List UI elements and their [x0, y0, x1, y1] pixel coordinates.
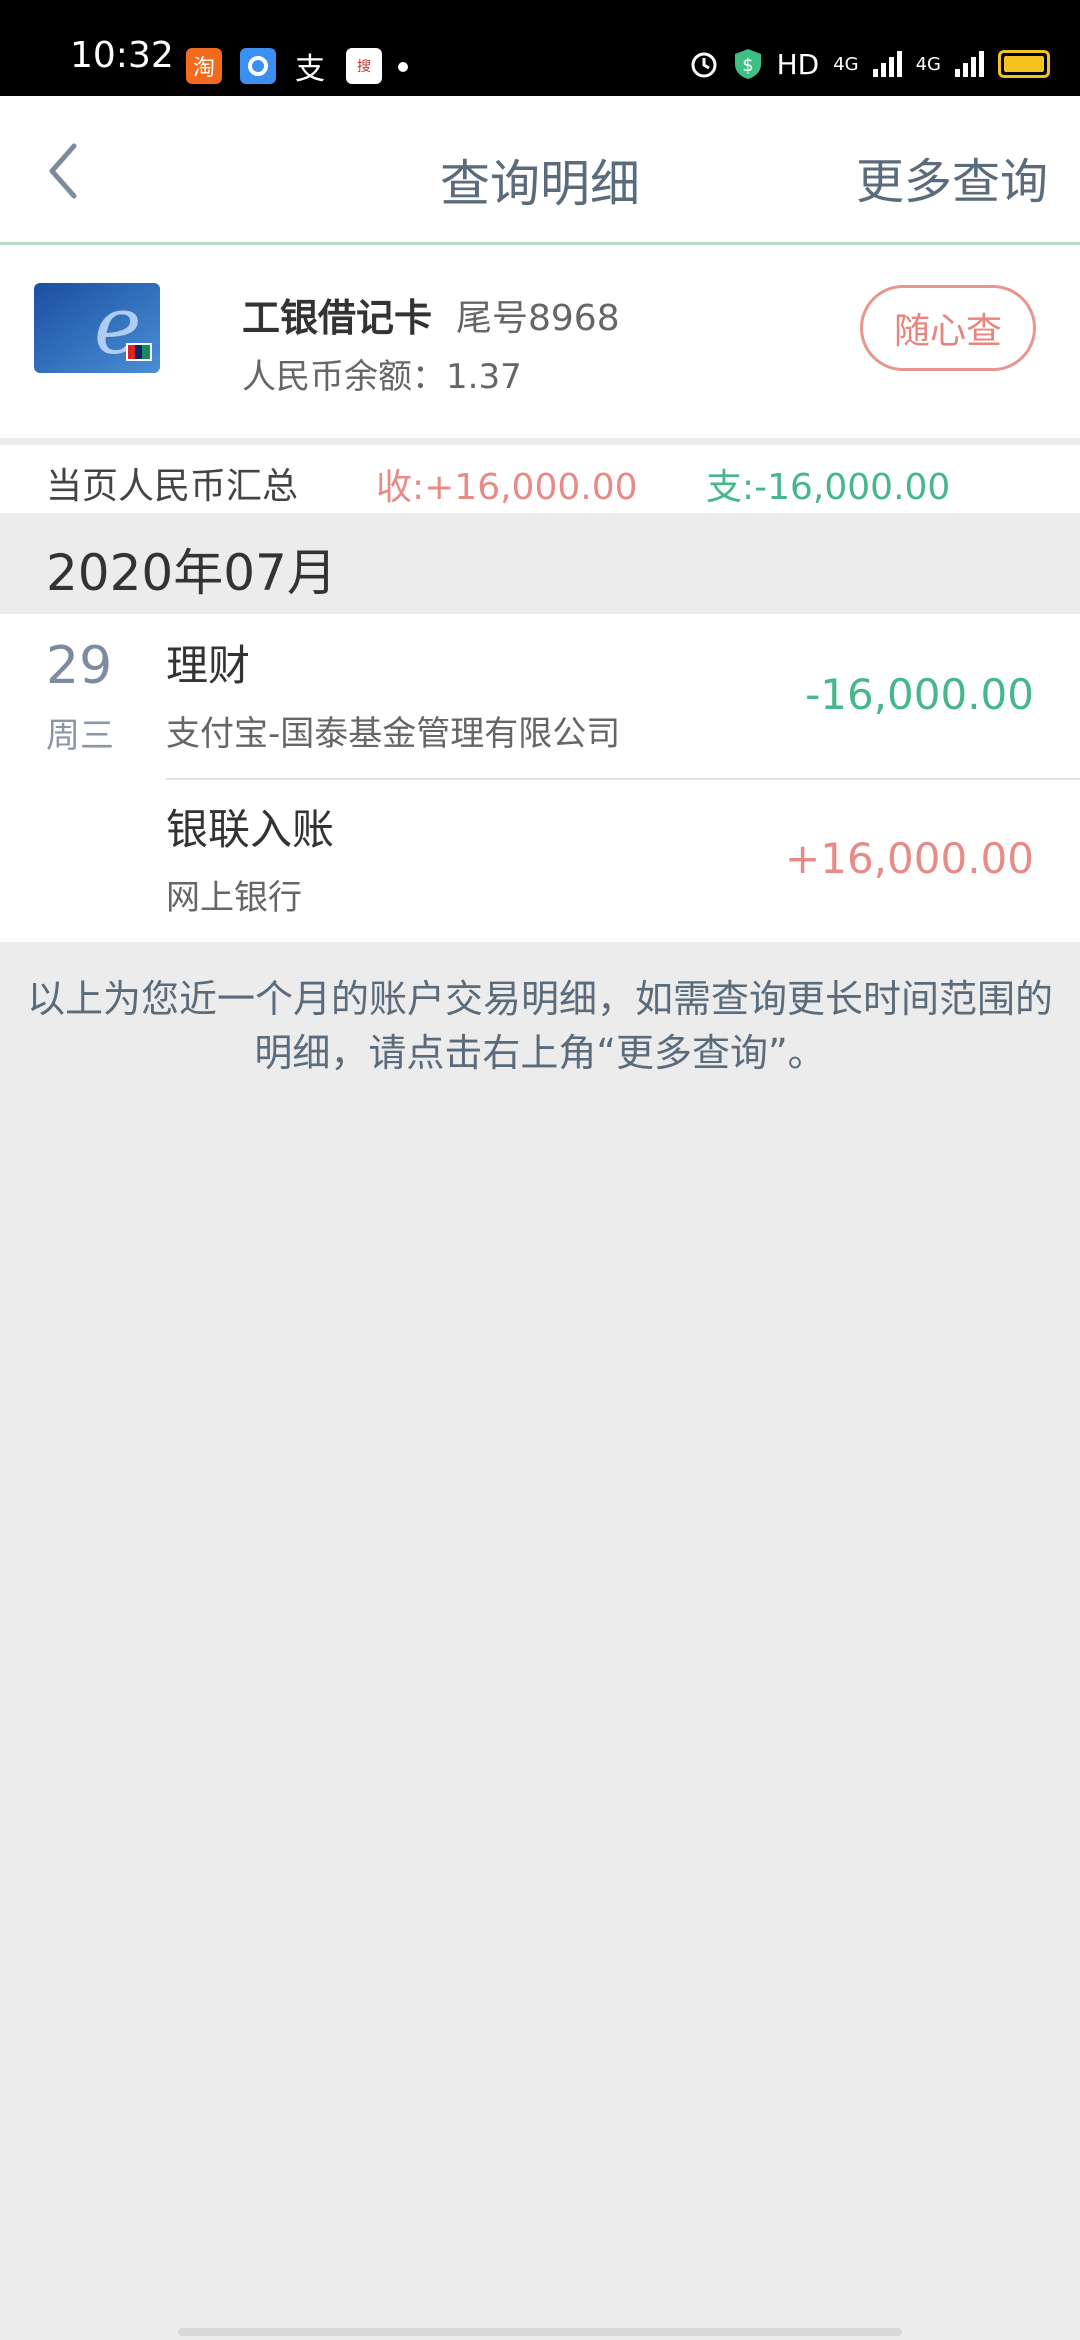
- month-header: 2020年07月: [46, 544, 337, 602]
- transaction-title: 银联入账: [166, 805, 335, 854]
- taobao-icon: 淘: [186, 48, 222, 84]
- header: 查询明细 更多查询: [0, 96, 1080, 245]
- network-label-2: 4G: [915, 53, 941, 75]
- transaction-weekday: 周三: [46, 716, 114, 756]
- summary-bar: 当页人民币汇总 收:+16,000.00 支:-16,000.00: [0, 445, 1080, 513]
- news-app-icon: 搜: [346, 48, 382, 84]
- transaction-day: 29: [46, 636, 113, 696]
- home-indicator[interactable]: [178, 2328, 902, 2336]
- alarm-icon: [691, 52, 717, 78]
- summary-income: 收:+16,000.00: [376, 467, 638, 508]
- circle-app-icon: [240, 48, 276, 84]
- status-time: 10:32: [70, 35, 174, 76]
- status-bar: 10:32 淘 支 搜 $ HD 4G 4G: [0, 0, 1080, 96]
- suixin-query-button[interactable]: 随心查: [860, 285, 1036, 371]
- card-tail-number: 尾号8968: [456, 298, 620, 339]
- summary-expense: 支:-16,000.00: [706, 467, 951, 508]
- bank-card-image: e: [34, 283, 160, 373]
- signal-icon: [872, 51, 902, 77]
- battery-icon: [998, 50, 1050, 78]
- transaction-row[interactable]: 理财 支付宝-国泰基金管理有限公司 -16,000.00: [166, 614, 1080, 780]
- transaction-amount: -16,000.00: [805, 670, 1034, 719]
- transaction-subtitle: 支付宝-国泰基金管理有限公司: [166, 714, 621, 754]
- transaction-title: 理财: [166, 641, 251, 690]
- svg-text:$: $: [742, 55, 753, 76]
- card-name: 工银借记卡: [242, 296, 433, 340]
- transaction-row[interactable]: 银联入账 网上银行 +16,000.00: [166, 778, 1080, 942]
- card-section: e 工银借记卡 尾号8968 人民币余额：1.37 随心查: [0, 245, 1080, 438]
- transaction-amount: +16,000.00: [785, 834, 1034, 883]
- info-note: 以上为您近一个月的账户交易明细，如需查询更长时间范围的明细，请点击右上角“更多查…: [26, 977, 1053, 1075]
- notification-dot: [398, 62, 408, 72]
- hd-label: HD: [776, 47, 820, 81]
- transaction-list: 29 周三 理财 支付宝-国泰基金管理有限公司 -16,000.00 银联入账 …: [0, 614, 1080, 942]
- signal-icon-2: [955, 51, 984, 77]
- network-label: 4G: [833, 53, 859, 75]
- shield-icon: $: [734, 49, 761, 79]
- status-right: $ HD 4G 4G: [689, 44, 1050, 84]
- summary-label: 当页人民币汇总: [46, 466, 299, 507]
- card-balance: 人民币余额：1.37: [242, 357, 522, 397]
- alipay-icon: 支: [295, 52, 325, 87]
- more-query-button[interactable]: 更多查询: [856, 142, 1048, 212]
- transaction-subtitle: 网上银行: [166, 878, 302, 918]
